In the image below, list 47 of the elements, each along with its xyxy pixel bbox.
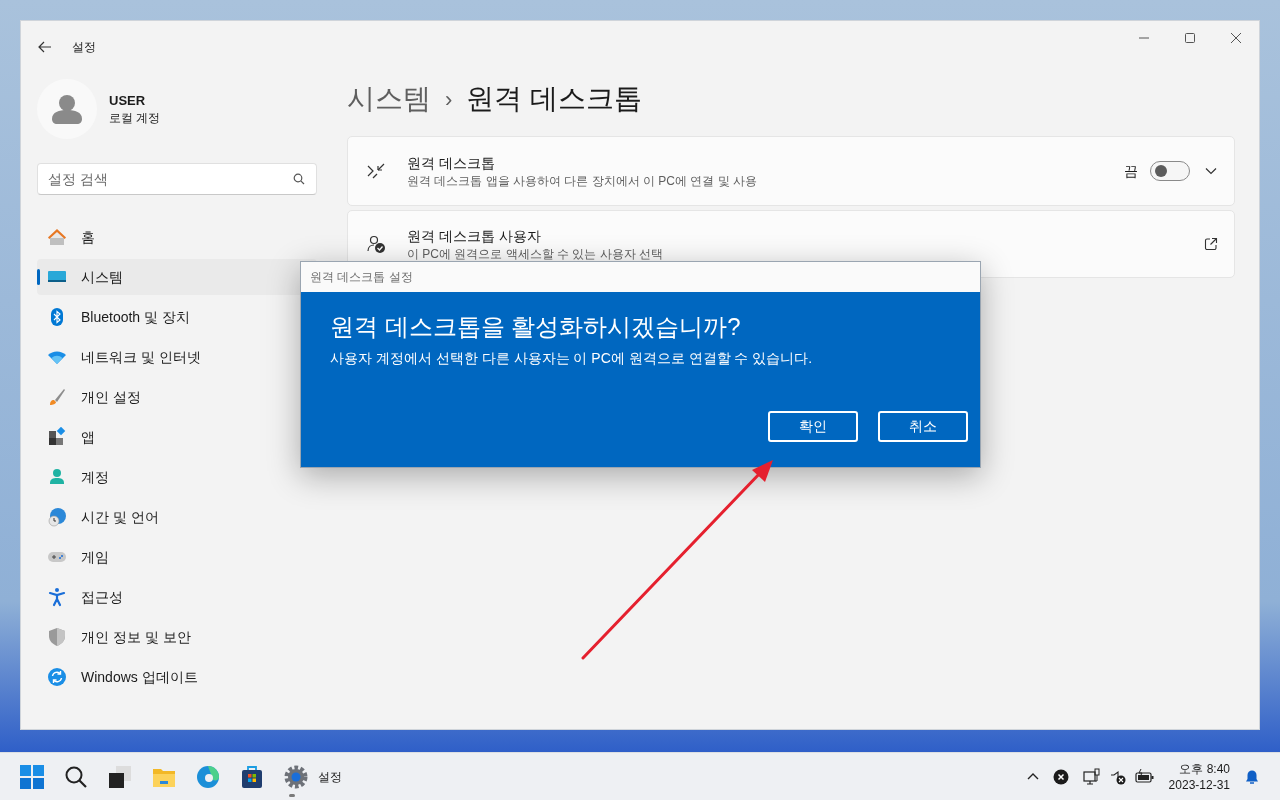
toggle-switch[interactable] xyxy=(1150,161,1190,181)
start-icon[interactable] xyxy=(18,762,46,791)
external-link-icon[interactable] xyxy=(1204,237,1218,251)
user-check-icon xyxy=(366,234,386,254)
nav-item[interactable]: 게임 xyxy=(37,539,317,575)
nav-item[interactable]: Windows 업데이트 xyxy=(37,659,317,695)
card-title: 원격 데스크톱 사용자 xyxy=(407,226,542,246)
globe-clock-icon xyxy=(47,507,67,527)
taskbar-clock[interactable]: 오후 8:40 2023-12-31 xyxy=(1168,760,1230,793)
settings-card[interactable]: 원격 데스크톱 원격 데스크톱 앱을 사용하여 다른 장치에서 이 PC에 연결 및 사용 끔 xyxy=(347,136,1235,206)
shield-icon xyxy=(47,627,67,647)
search-icon xyxy=(293,173,305,185)
card-description: 원격 데스크톱 앱을 사용하여 다른 장치에서 이 PC에 연결 및 사용 xyxy=(407,172,757,189)
page-title: 원격 데스크톱 xyxy=(466,82,643,116)
dialog-heading: 원격 데스크톱을 활성화하시겠습니까? xyxy=(330,312,742,342)
user-name: USER xyxy=(109,92,147,110)
remote-connection-icon xyxy=(366,161,386,181)
breadcrumb-parent[interactable]: 시스템 xyxy=(347,78,431,120)
person-icon xyxy=(47,467,67,487)
bell-icon[interactable] xyxy=(1244,768,1260,785)
brush-icon xyxy=(47,387,67,407)
sync-icon xyxy=(47,667,67,687)
nav-item[interactable]: 접근성 xyxy=(37,579,317,615)
toggle-state-label: 끔 xyxy=(1124,161,1138,181)
network-monitor-icon xyxy=(1082,767,1101,786)
card-title: 원격 데스크톱 xyxy=(407,153,496,173)
avatar-icon xyxy=(37,79,97,139)
accessibility-icon xyxy=(47,587,67,607)
taskbar-app-button[interactable]: 설정 xyxy=(274,756,350,797)
back-icon[interactable] xyxy=(37,39,53,55)
battery-icon xyxy=(1134,767,1155,786)
breadcrumb-separator: › xyxy=(445,85,453,114)
nav-item[interactable]: 계정 xyxy=(37,459,317,495)
dialog-button[interactable]: 확인 xyxy=(768,411,858,442)
nav-item[interactable]: 개인 정보 및 보안 xyxy=(37,619,317,655)
search-field[interactable]: 설정 검색 xyxy=(37,163,317,195)
account-type: 로컬 계정 xyxy=(109,110,161,126)
card-description: 이 PC에 원격으로 액세스할 수 있는 사용자 선택 xyxy=(407,245,663,262)
error-icon[interactable] xyxy=(1052,768,1069,785)
nav-item[interactable]: 홈 xyxy=(37,219,317,255)
dialog-message: 사용자 계정에서 선택한 다른 사용자는 이 PC에 원격으로 연결할 수 있습니다. xyxy=(330,349,814,368)
window-title: 설정 xyxy=(72,39,96,56)
dialog-button[interactable]: 취소 xyxy=(878,411,968,442)
apps-icon xyxy=(47,427,67,447)
nav-item[interactable]: 시간 및 언어 xyxy=(37,499,317,535)
system-tray-icons[interactable] xyxy=(1082,767,1155,786)
home-icon xyxy=(47,227,67,247)
